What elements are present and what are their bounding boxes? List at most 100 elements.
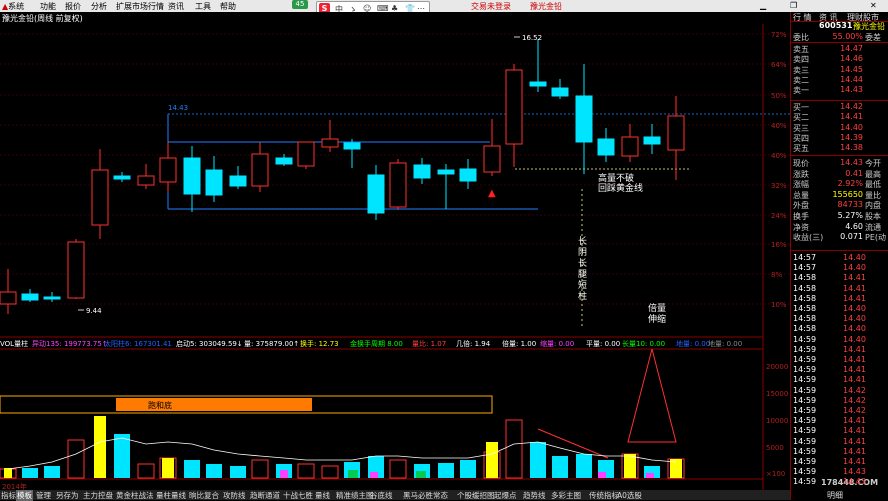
- menu-item-news[interactable]: 资讯: [168, 1, 184, 12]
- bottom-tab[interactable]: 模板: [16, 490, 33, 501]
- low-marker: 9.44: [86, 307, 102, 315]
- tick-row: 14:59 14.41: [791, 447, 888, 457]
- bid-row: 买一 14.42: [791, 102, 888, 112]
- bottom-tab[interactable]: 趋势线: [522, 490, 547, 501]
- tick-price: 14.41: [843, 426, 866, 436]
- vol-axis-label: 5000: [766, 444, 784, 452]
- vol-indicator-item: 地量: 0.00: [708, 340, 743, 348]
- bottom-tab[interactable]: 量线: [314, 490, 331, 501]
- detail-tab[interactable]: 明细: [791, 490, 888, 500]
- bottom-tab[interactable]: 个股缓招图: [456, 490, 496, 501]
- tick-row: 14:59 14.41: [791, 426, 888, 436]
- tick-time: 14:59: [793, 365, 817, 375]
- resistance-label: 14.43: [168, 104, 188, 112]
- ask-row-value: 14.45: [840, 64, 863, 74]
- notification-badge[interactable]: 45: [292, 0, 308, 9]
- axis-label: 10%: [771, 301, 787, 309]
- menu-item-analysis[interactable]: 分析: [91, 1, 107, 12]
- weibi-row: 委比 55.00% 委差: [791, 32, 888, 42]
- menu-item-quote[interactable]: 报价: [65, 1, 81, 12]
- stock-header: 600531 豫光金铅: [791, 18, 888, 32]
- tick-price: 14.40: [843, 314, 866, 324]
- stat-row-label2: 今开: [865, 159, 881, 168]
- chart-title: 豫光金铅(周线 前复权): [2, 14, 83, 23]
- note-high-volume: 高量不破: [598, 172, 634, 184]
- stat-row: 现价 14.43 今开: [791, 158, 888, 168]
- bid-row: 买二 14.41: [791, 112, 888, 122]
- vol-indicator-item: 异动135: 199773.75↑: [32, 340, 108, 348]
- stat-row: 净资 4.60 流通: [791, 222, 888, 232]
- bottom-tab[interactable]: 量柱量线: [155, 490, 187, 501]
- stat-row-value: 84733: [837, 200, 863, 210]
- vol-indicator-item: 倍量: 1.00: [502, 340, 537, 348]
- menu-item-tools[interactable]: 工具: [195, 1, 211, 12]
- tick-row: 14:57 14.40: [791, 253, 888, 263]
- quote-separator: [791, 100, 888, 101]
- bottom-tab[interactable]: 攻防线: [222, 490, 247, 501]
- tick-price: 14.41: [843, 344, 866, 354]
- tick-time: 14:59: [793, 395, 817, 405]
- ask-row-label: 卖一: [793, 86, 809, 96]
- stat-row: 收益(三) 0.071 PE(动: [791, 232, 888, 242]
- restore-icon[interactable]: ❐: [790, 1, 797, 10]
- high-marker: 16.52: [522, 34, 542, 42]
- bottom-tab[interactable]: 指标: [0, 490, 17, 501]
- bottom-tab[interactable]: 黑马必胜: [402, 490, 434, 501]
- bottom-tab[interactable]: 趋断通道: [249, 490, 281, 501]
- vol-indicator-item: 平量: 0.00: [586, 340, 621, 348]
- menu-item-function[interactable]: 功能: [40, 1, 56, 12]
- bottom-tab[interactable]: 谷底线: [369, 490, 394, 501]
- bottom-tab[interactable]: 管理: [35, 490, 52, 501]
- vol-indicator-item: 金换手周期 8.00: [350, 340, 403, 348]
- tick-row: 14:58 14.40: [791, 304, 888, 314]
- axis-label: 24%: [771, 212, 787, 220]
- bottom-tab[interactable]: 常态: [432, 490, 449, 501]
- tick-row: 14:58 14.41: [791, 273, 888, 283]
- ask-row: 卖五 14.47: [791, 44, 888, 54]
- axis-label: 32%: [771, 182, 787, 190]
- tick-price: 14.40: [843, 334, 866, 344]
- bid-row-value: 14.41: [840, 112, 863, 122]
- menu-bar: ▲系统 功能 报价 分析 扩展市场行情 资讯 工具 帮助 交易未登录 豫光金铅 …: [0, 0, 888, 12]
- login-status[interactable]: 交易未登录: [471, 1, 511, 12]
- stat-row-value: 5.27%: [837, 211, 863, 220]
- tick-time: 14:59: [793, 355, 817, 364]
- tick-row: 14:59 14.41: [791, 365, 888, 375]
- bottom-tab[interactable]: 起爆点: [493, 490, 518, 501]
- bottom-tab[interactable]: 另存为: [55, 490, 80, 501]
- bottom-tab[interactable]: 多彩主图: [550, 490, 582, 501]
- kline-chart[interactable]: 72% 64% 50% 40% 40% 32% 24% 16% 8% 10% 2…: [0, 24, 790, 490]
- bottom-tab[interactable]: 晌比复合: [188, 490, 220, 501]
- quote-separator: [791, 250, 888, 251]
- vol-indicator-item: 长量10: 0.00: [622, 340, 666, 348]
- tick-time: 14:59: [793, 406, 817, 415]
- quote-panel: 行 情 资 讯 理财股市 600531 豫光金铅 委比 55.00% 委差 明细…: [790, 12, 888, 500]
- stock-name-link[interactable]: 豫光金铅: [530, 1, 562, 12]
- tick-time: 14:58: [793, 283, 817, 293]
- stat-row-label2: 最低: [865, 180, 881, 190]
- vol-axis-label: 20000: [766, 363, 788, 371]
- secondary-toolbar: [0, 12, 888, 24]
- close-icon[interactable]: ✕: [870, 1, 877, 10]
- stat-row-label: 外盘: [793, 201, 809, 211]
- ask-row: 卖二 14.44: [791, 75, 888, 85]
- axis-label: 72%: [771, 31, 787, 39]
- tick-time: 14:59: [793, 385, 817, 395]
- stat-row: 涨幅 2.92% 最低: [791, 179, 888, 189]
- weibi-value: 55.00%: [832, 32, 863, 41]
- menu-item-help[interactable]: 帮助: [220, 1, 236, 12]
- bottom-tab[interactable]: A0选股: [616, 490, 643, 501]
- bottom-tab[interactable]: 十战七胜: [282, 490, 314, 501]
- bottom-tab[interactable]: 黄金柱战法: [115, 490, 155, 501]
- ask-row-value: 14.44: [840, 74, 863, 84]
- tick-row: 14:59 14.41: [791, 355, 888, 365]
- axis-label: 16%: [771, 241, 787, 249]
- tick-price: 14.41: [843, 283, 866, 293]
- vol-indicator-item: 缩量: 0.00: [540, 340, 575, 348]
- menu-item-system[interactable]: ▲系统: [2, 1, 24, 12]
- menu-item-ext-market[interactable]: 扩展市场行情: [116, 1, 164, 12]
- vol-indicator-item: 量比: 1.07: [412, 340, 447, 348]
- vol-indicator-item: 地量: 0.00: [676, 340, 711, 348]
- bottom-tab[interactable]: 主力控盘: [82, 490, 114, 501]
- minimize-icon[interactable]: ▁: [760, 1, 766, 10]
